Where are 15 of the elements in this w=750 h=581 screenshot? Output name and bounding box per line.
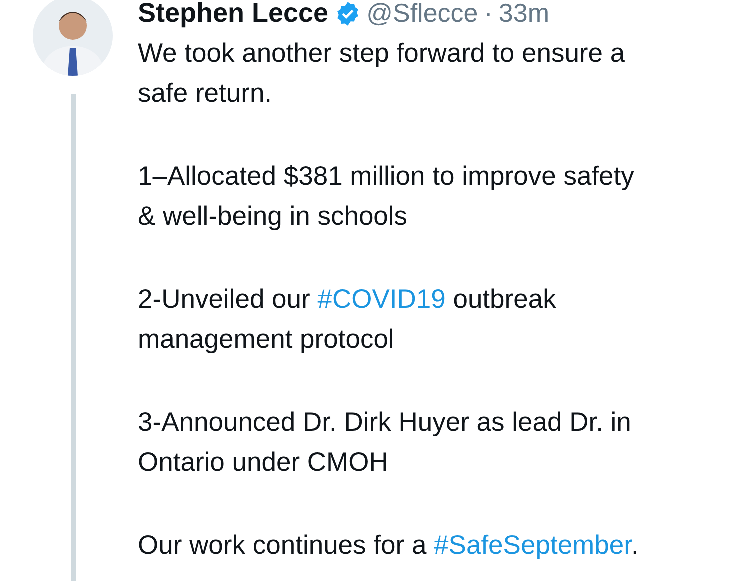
tweet-text-line: We took another step forward to ensure a	[138, 37, 626, 70]
tweet-text-line: 3-Announced Dr. Dirk Huyer as lead Dr. in	[138, 406, 632, 439]
separator-dot: ·	[484, 0, 493, 29]
tweet-text-line: & well-being in schools	[138, 200, 409, 233]
tweet-text-line: Our work continues for a #SafeSeptember.	[138, 529, 640, 562]
hashtag-link[interactable]: #COVID19	[318, 284, 446, 314]
author-name[interactable]: Stephen Lecce	[138, 0, 329, 29]
tweet-text-line: Ontario under CMOH	[138, 446, 390, 479]
hashtag-link[interactable]: #SafeSeptember	[434, 530, 632, 560]
tweet-time[interactable]: 33m	[498, 0, 550, 29]
tweet-text-line: safe return.	[138, 77, 274, 110]
tweet-text-line: management protocol	[138, 323, 396, 356]
tweet-text-line: 2-Unveiled our #COVID19 outbreak	[138, 283, 558, 316]
author-handle[interactable]: @Sflecce	[366, 0, 478, 29]
tweet-text-line: 1–Allocated $381 million to improve safety	[138, 160, 636, 193]
